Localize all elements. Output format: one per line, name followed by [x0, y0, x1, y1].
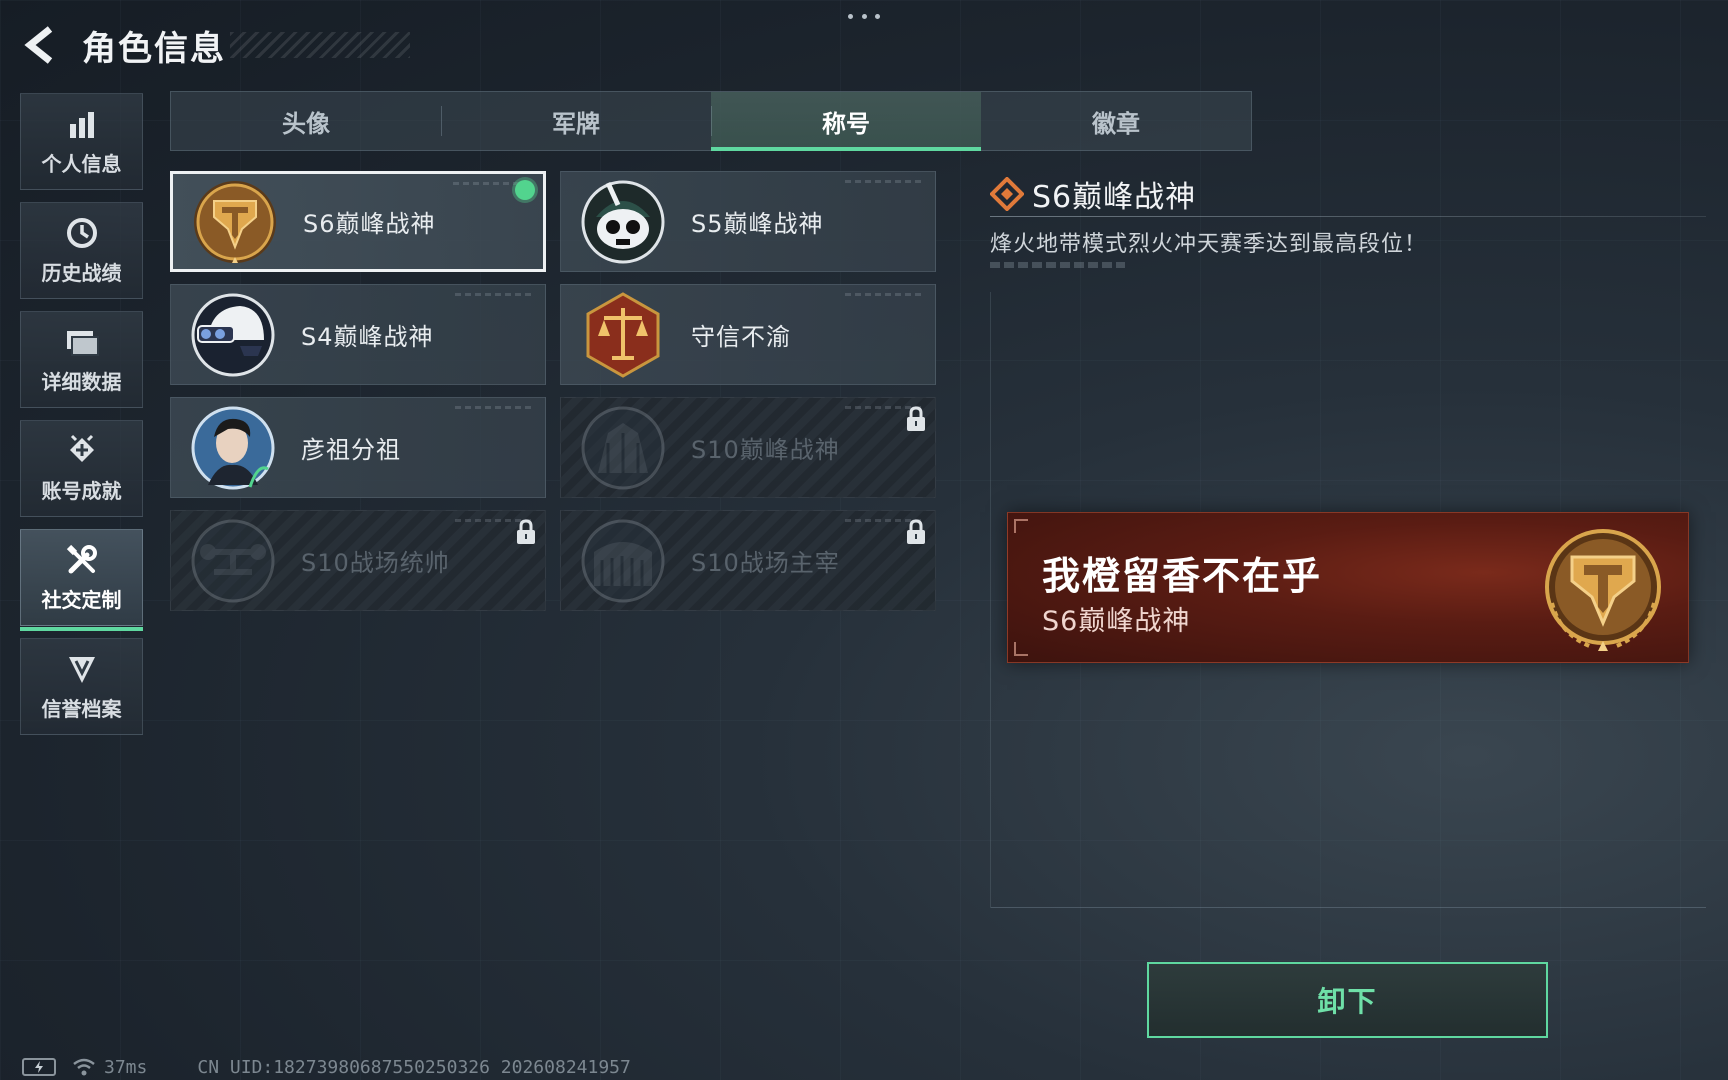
s6-shield-badge-icon	[1545, 529, 1661, 651]
battery-charging-icon	[22, 1058, 56, 1076]
ping-value: 37ms	[104, 1056, 148, 1078]
detail-title: S6巅峰战神	[1032, 180, 1197, 215]
equipped-indicator	[515, 180, 535, 200]
tab-dogtag[interactable]: 军牌	[441, 92, 711, 150]
sidebar-item-credit[interactable]: 信誉档案	[20, 638, 143, 735]
lock-icon	[517, 519, 535, 544]
sidebar-item-profile[interactable]: 个人信息	[20, 93, 143, 190]
title-card-s6[interactable]: S6巅峰战神	[170, 171, 546, 272]
sidebar-item-label: 社交定制	[41, 588, 122, 612]
drone-badge-icon	[187, 515, 279, 607]
tab-badge[interactable]: 徽章	[981, 92, 1251, 150]
folder-icon	[64, 324, 100, 360]
title-card-label: 守信不渝	[691, 323, 791, 351]
title-card-grid: S6巅峰战神 S5巅峰战神 S4巅峰战神 守信不渝 彦祖分祖 S10巅峰战神 S…	[170, 171, 938, 611]
title-card-label: S5巅峰战神	[691, 210, 824, 238]
credit-shield-icon	[64, 651, 100, 687]
achievement-icon	[64, 433, 100, 469]
lock-icon	[907, 406, 925, 431]
night-vision-helmet-badge-icon	[187, 289, 279, 381]
detail-title-row: S6巅峰战神	[990, 172, 1196, 216]
status-bar: 37ms CN UID:18273980687550250326 2026082…	[22, 1056, 631, 1078]
portrait-badge-icon	[187, 402, 279, 494]
wrench-tools-icon	[64, 542, 100, 578]
detail-divider	[990, 216, 1706, 217]
lock-icon	[907, 519, 925, 544]
history-clock-icon	[64, 215, 100, 251]
sidebar-item-achievements[interactable]: 账号成就	[20, 420, 143, 517]
title-card-s4[interactable]: S4巅峰战神	[170, 284, 546, 385]
sidebar-item-social[interactable]: 社交定制	[20, 529, 143, 631]
title-card-trustworthy[interactable]: 守信不渝	[560, 284, 936, 385]
building-badge-icon	[577, 402, 669, 494]
unequip-button[interactable]: 卸下	[1147, 962, 1548, 1038]
detail-description: 烽火地带模式烈火冲天赛季达到最高段位！	[990, 232, 1428, 257]
nameplate-preview: 我橙留香不在乎 S6巅峰战神	[1007, 512, 1689, 663]
title-decoration	[230, 32, 410, 58]
more-options-icon[interactable]	[848, 10, 880, 22]
title-card-label: S4巅峰战神	[301, 323, 434, 351]
sidebar-item-label: 个人信息	[41, 152, 122, 176]
page-title: 角色信息	[82, 28, 226, 69]
scales-badge-icon	[577, 289, 669, 381]
diamond-icon	[990, 177, 1024, 211]
bar-chart-icon	[64, 106, 100, 142]
title-card-s10-ruler[interactable]: S10战场主宰	[560, 510, 936, 611]
sidebar: 个人信息 历史战绩 详细数据 账号成就 社交定制 信誉档案	[20, 93, 143, 747]
unequip-label: 卸下	[1317, 985, 1378, 1018]
colosseum-badge-icon	[577, 515, 669, 607]
title-card-label: S6巅峰战神	[303, 210, 436, 238]
title-card-label: S10巅峰战神	[691, 436, 840, 464]
player-name: 我橙留香不在乎	[1042, 554, 1323, 598]
sidebar-item-details[interactable]: 详细数据	[20, 311, 143, 408]
tab-title[interactable]: 称号	[711, 92, 981, 151]
title-card-label: 彦祖分祖	[301, 436, 401, 464]
title-card-s10-commander[interactable]: S10战场统帅	[170, 510, 546, 611]
title-card-label: S10战场主宰	[691, 549, 840, 577]
sidebar-item-history[interactable]: 历史战绩	[20, 202, 143, 299]
s6-shield-badge-icon	[189, 176, 281, 268]
tab-bar: 头像 军牌 称号 徽章	[170, 91, 1252, 151]
sidebar-item-label: 详细数据	[41, 370, 122, 394]
sidebar-item-label: 历史战绩	[41, 261, 122, 285]
nameplate-title: S6巅峰战神	[1042, 606, 1191, 637]
title-card-label: S10战场统帅	[301, 549, 450, 577]
back-button[interactable]	[20, 22, 60, 68]
header: 角色信息	[20, 20, 410, 70]
title-card-s5[interactable]: S5巅峰战神	[560, 171, 936, 272]
title-card-yanzu[interactable]: 彦祖分祖	[170, 397, 546, 498]
description-decoration	[990, 262, 1125, 268]
sidebar-item-label: 信誉档案	[41, 697, 122, 721]
back-arrow-icon	[24, 26, 53, 64]
tab-avatar[interactable]: 头像	[171, 92, 441, 150]
sidebar-item-label: 账号成就	[41, 479, 122, 503]
title-card-s10-god[interactable]: S10巅峰战神	[560, 397, 936, 498]
user-uid: CN UID:18273980687550250326 202608241957	[197, 1056, 631, 1078]
wifi-icon	[73, 1058, 95, 1076]
skull-helmet-badge-icon	[577, 176, 669, 268]
